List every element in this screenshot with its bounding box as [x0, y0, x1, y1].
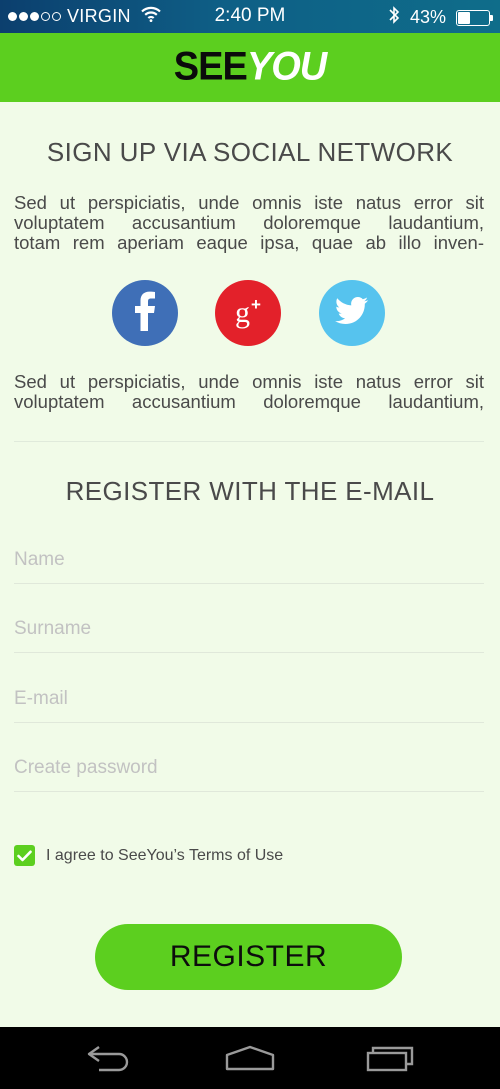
- status-bar: VIRGIN 2:40 PM 43%: [0, 0, 500, 33]
- app-header: SEEYOU: [0, 33, 500, 102]
- terms-label: I agree to SeeYou’s Terms of Use: [46, 846, 284, 864]
- terms-checkbox[interactable]: [14, 845, 35, 866]
- password-field-container: [14, 748, 484, 792]
- surname-field-container: [14, 609, 484, 653]
- google-plus-button[interactable]: g +: [215, 280, 281, 346]
- facebook-icon: [132, 291, 158, 336]
- section-divider: [14, 441, 484, 442]
- twitter-icon: [335, 296, 369, 330]
- social-description-top: Sed ut perspiciatis, unde omnis iste nat…: [14, 192, 484, 253]
- home-icon[interactable]: [220, 1041, 280, 1075]
- check-icon: [17, 850, 32, 861]
- back-icon[interactable]: [80, 1041, 140, 1075]
- name-field-container: [14, 540, 484, 584]
- twitter-button[interactable]: [319, 280, 385, 346]
- email-input[interactable]: [14, 679, 484, 719]
- battery-icon: [456, 9, 493, 26]
- register-button[interactable]: REGISTER: [95, 924, 402, 990]
- bluetooth-icon: [388, 5, 400, 30]
- surname-input[interactable]: [14, 609, 484, 649]
- seeyou-logo: SEEYOU: [173, 44, 327, 90]
- google-plus-icon: g +: [235, 295, 261, 329]
- social-section-title: SIGN UP VIA SOCIAL NETWORK: [46, 137, 454, 167]
- email-section-title: REGISTER WITH THE E-MAIL: [65, 476, 435, 506]
- recent-apps-icon[interactable]: [360, 1041, 420, 1075]
- facebook-button[interactable]: [112, 280, 178, 346]
- battery-percent: 43%: [409, 7, 446, 27]
- password-input[interactable]: [14, 748, 484, 788]
- social-description-bottom: Sed ut perspiciatis, unde omnis iste nat…: [14, 371, 484, 412]
- name-input[interactable]: [14, 540, 484, 580]
- email-field-container: [14, 679, 484, 723]
- navigation-bar: [0, 1027, 500, 1089]
- terms-agreement: I agree to SeeYou’s Terms of Use: [14, 845, 283, 866]
